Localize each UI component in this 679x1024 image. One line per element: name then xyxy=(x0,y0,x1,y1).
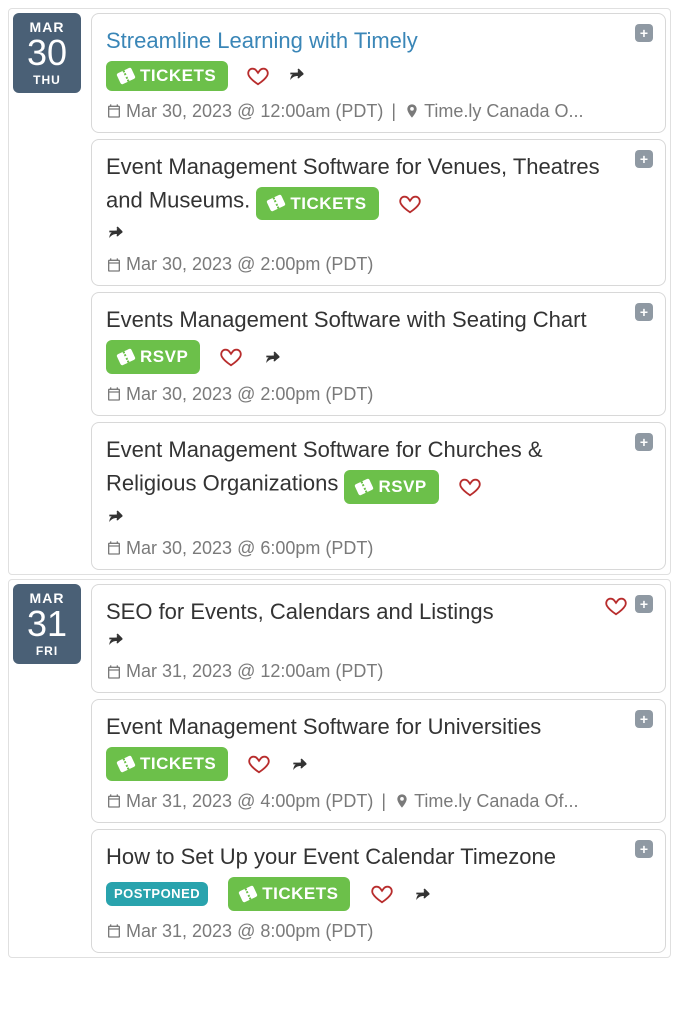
expand-icon[interactable]: + xyxy=(635,840,653,858)
share-icon[interactable] xyxy=(106,508,126,528)
event-card[interactable]: + Event Management Software for Universi… xyxy=(91,699,666,823)
event-card[interactable]: + Streamline Learning with Timely TICKETS… xyxy=(91,13,666,133)
events-column: + SEO for Events, Calendars and Listings… xyxy=(91,584,666,953)
event-datetime: Mar 31, 2023 @ 8:00pm (PDT) xyxy=(126,921,373,942)
favorite-icon[interactable] xyxy=(220,346,242,368)
title-row: Streamline Learning with Timely xyxy=(106,26,651,57)
title-row: Event Management Software for Venues, Th… xyxy=(106,152,651,221)
event-datetime: Mar 30, 2023 @ 6:00pm (PDT) xyxy=(126,538,373,559)
expand-icon[interactable]: + xyxy=(635,303,653,321)
title-row: Event Management Software for Universiti… xyxy=(106,712,651,781)
tickets-button[interactable]: TICKETS xyxy=(256,187,378,221)
tickets-button[interactable]: TICKETS xyxy=(228,877,350,911)
expand-icon[interactable]: + xyxy=(635,150,653,168)
button-label: TICKETS xyxy=(140,66,216,86)
favorite-icon[interactable] xyxy=(247,65,269,87)
postponed-button[interactable]: POSTPONED xyxy=(106,882,208,906)
title-row: SEO for Events, Calendars and Listings xyxy=(106,597,651,628)
event-card[interactable]: + How to Set Up your Event Calendar Time… xyxy=(91,829,666,953)
expand-icon[interactable]: + xyxy=(635,433,653,451)
favorite-icon[interactable] xyxy=(248,753,270,775)
button-label: TICKETS xyxy=(140,752,216,776)
expand-icon[interactable]: + xyxy=(635,24,653,42)
title-row: How to Set Up your Event Calendar Timezo… xyxy=(106,842,651,911)
event-datetime: Mar 31, 2023 @ 4:00pm (PDT) xyxy=(126,791,373,812)
day-group: MAR 30 THU + Streamline Learning with Ti… xyxy=(8,8,671,575)
event-meta: Mar 31, 2023 @ 8:00pm (PDT) xyxy=(106,921,651,942)
title-row: Event Management Software for Churches &… xyxy=(106,435,651,504)
tickets-button[interactable]: TICKETS xyxy=(106,61,228,91)
rsvp-button[interactable]: RSVP xyxy=(106,340,200,374)
event-title[interactable]: Streamline Learning with Timely xyxy=(106,28,418,53)
event-meta: Mar 30, 2023 @ 2:00pm (PDT) xyxy=(106,384,651,405)
share-icon[interactable] xyxy=(106,631,126,651)
event-card[interactable]: + Event Management Software for Churches… xyxy=(91,422,666,570)
share-icon[interactable] xyxy=(290,754,310,774)
event-card[interactable]: + Event Management Software for Venues, … xyxy=(91,139,666,287)
ticket-icon xyxy=(355,478,375,496)
favorite-icon[interactable] xyxy=(371,883,393,905)
tickets-button[interactable]: TICKETS xyxy=(106,747,228,781)
event-title: Event Management Software for Universiti… xyxy=(106,714,541,739)
event-datetime: Mar 30, 2023 @ 2:00pm (PDT) xyxy=(126,384,373,405)
date-weekday: FRI xyxy=(13,644,81,658)
button-label: POSTPONED xyxy=(114,885,200,903)
event-meta: Mar 31, 2023 @ 12:00am (PDT) xyxy=(106,661,651,682)
button-label: RSVP xyxy=(140,345,188,369)
button-label: TICKETS xyxy=(290,192,366,216)
date-block: MAR 30 THU xyxy=(13,13,81,93)
date-day: 30 xyxy=(13,35,81,71)
day-group: MAR 31 FRI + SEO for Events, Calendars a… xyxy=(8,579,671,958)
ticket-icon xyxy=(116,755,136,773)
event-card[interactable]: + SEO for Events, Calendars and Listings… xyxy=(91,584,666,694)
button-label: RSVP xyxy=(378,475,426,499)
share-icon[interactable] xyxy=(413,884,433,904)
event-card[interactable]: + Events Management Software with Seatin… xyxy=(91,292,666,416)
event-title: SEO for Events, Calendars and Listings xyxy=(106,599,494,624)
share-icon[interactable] xyxy=(287,66,307,86)
event-location: Time.ly Canada O... xyxy=(424,101,583,122)
event-datetime: Mar 30, 2023 @ 2:00pm (PDT) xyxy=(126,254,373,275)
event-title: How to Set Up your Event Calendar Timezo… xyxy=(106,844,556,869)
event-meta: Mar 30, 2023 @ 6:00pm (PDT) xyxy=(106,538,651,559)
event-title: Events Management Software with Seating … xyxy=(106,307,587,332)
expand-icon[interactable]: + xyxy=(635,595,653,613)
share-icon[interactable] xyxy=(263,347,283,367)
event-datetime: Mar 31, 2023 @ 12:00am (PDT) xyxy=(126,661,383,682)
favorite-icon[interactable] xyxy=(399,193,421,215)
date-day: 31 xyxy=(13,606,81,642)
share-icon[interactable] xyxy=(106,224,126,244)
event-meta: Mar 30, 2023 @ 12:00am (PDT)|Time.ly Can… xyxy=(106,101,651,122)
events-column: + Streamline Learning with Timely TICKETS… xyxy=(91,13,666,570)
title-row: Events Management Software with Seating … xyxy=(106,305,651,374)
date-weekday: THU xyxy=(13,73,81,87)
rsvp-button[interactable]: RSVP xyxy=(344,470,438,504)
ticket-icon xyxy=(116,348,136,366)
favorite-icon[interactable] xyxy=(605,595,627,617)
ticket-icon xyxy=(116,67,136,85)
expand-icon[interactable]: + xyxy=(635,710,653,728)
event-meta: Mar 31, 2023 @ 4:00pm (PDT)|Time.ly Cana… xyxy=(106,791,651,812)
event-meta: Mar 30, 2023 @ 2:00pm (PDT) xyxy=(106,254,651,275)
button-label: TICKETS xyxy=(262,882,338,906)
ticket-icon xyxy=(267,195,287,213)
event-location: Time.ly Canada Of... xyxy=(414,791,578,812)
ticket-icon xyxy=(238,885,258,903)
favorite-icon[interactable] xyxy=(459,476,481,498)
event-datetime: Mar 30, 2023 @ 12:00am (PDT) xyxy=(126,101,383,122)
date-block: MAR 31 FRI xyxy=(13,584,81,664)
